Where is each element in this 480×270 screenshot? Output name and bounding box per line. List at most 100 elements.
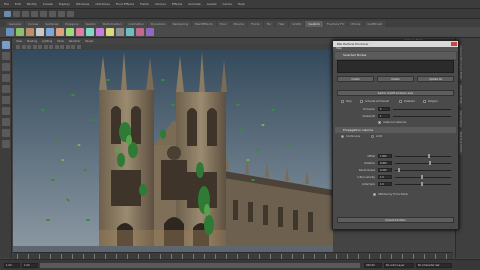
- start-time-field[interactable]: 1.00: [4, 263, 20, 268]
- shelf-tool-icon[interactable]: [26, 28, 34, 36]
- viewport-menu-show[interactable]: Show: [57, 40, 64, 43]
- initial-velocity-slider[interactable]: [395, 177, 451, 178]
- shelf-tool-icon[interactable]: [86, 28, 94, 36]
- outliner-layout-icon[interactable]: [1, 140, 10, 148]
- four-pane-layout-icon[interactable]: [1, 129, 10, 137]
- shelf-tool-icon[interactable]: [116, 28, 124, 36]
- current-time-field[interactable]: 1.00: [22, 263, 38, 268]
- initial-spin-field[interactable]: 1.0: [378, 182, 392, 186]
- snap-curve-button[interactable]: [40, 10, 47, 17]
- character-set-dropdown[interactable]: No Character Set: [416, 263, 452, 268]
- 3d-viewport[interactable]: [13, 50, 333, 252]
- xray-icon[interactable]: [60, 45, 64, 49]
- menu-display[interactable]: Display: [59, 2, 70, 6]
- end-time-field[interactable]: 200.00: [364, 263, 382, 268]
- initial-spin-slider[interactable]: [395, 184, 451, 185]
- shelf-tool-icon[interactable]: [16, 28, 24, 36]
- offset-slider-handle[interactable]: [428, 154, 430, 158]
- menu-fluid-effects[interactable]: Fluid Effects: [116, 2, 134, 6]
- shelf-tool-icon[interactable]: [56, 28, 64, 36]
- menu-nsolver[interactable]: nSolver: [155, 2, 166, 6]
- initial-velocity-field[interactable]: 1.0: [378, 175, 392, 179]
- render-button[interactable]: [58, 10, 65, 17]
- grid-icon[interactable]: [27, 45, 31, 49]
- select-tool-icon[interactable]: [1, 41, 10, 49]
- select-mode-button[interactable]: [4, 10, 11, 17]
- paint-select-icon[interactable]: [1, 63, 10, 71]
- menu-fields[interactable]: Fields: [140, 2, 149, 6]
- rotation-slider[interactable]: [395, 163, 451, 164]
- menu-edit[interactable]: Edit: [15, 2, 21, 6]
- snap-grid-button[interactable]: [31, 10, 38, 17]
- randomness-field[interactable]: 0.100: [378, 168, 392, 172]
- menu-help[interactable]: Help: [238, 2, 245, 6]
- rotate-tool-icon[interactable]: [1, 85, 10, 93]
- wireframe-icon[interactable]: [32, 45, 37, 49]
- viewport-menu-lighting[interactable]: Lighting: [42, 40, 52, 43]
- viewport-menu-renderer[interactable]: Renderer: [69, 40, 80, 43]
- randomness-slider-handle[interactable]: [398, 168, 400, 172]
- attribute-rows: Offset 1.000 Rotation 0.000 Randomness 0…: [333, 41, 458, 231]
- shelf-tabs: General Curves Surfaces Polygons Subdiv Defor…: [0, 19, 480, 27]
- menu-nparticles[interactable]: nParticles: [95, 2, 110, 6]
- lasso-tool-icon[interactable]: [1, 52, 10, 60]
- anim-layer-dropdown[interactable]: No Anim Layer: [384, 263, 414, 268]
- menu-animate[interactable]: Animate: [188, 2, 201, 6]
- menu-modify[interactable]: Modify: [27, 2, 37, 6]
- textured-icon[interactable]: [43, 45, 48, 49]
- maya-window: File Edit Modify Create Display Windows nParti…: [0, 0, 480, 270]
- smooth-shade-icon[interactable]: [38, 45, 42, 49]
- bookmark-icon[interactable]: [21, 45, 26, 49]
- viewport-menu-view[interactable]: View: [16, 40, 22, 43]
- ipr-render-button[interactable]: [67, 10, 74, 17]
- shelf-tool-icon[interactable]: [6, 28, 14, 36]
- menu-windows[interactable]: Windows: [76, 2, 89, 6]
- shelf-tool-icon[interactable]: [36, 28, 44, 36]
- rotation-field[interactable]: 0.000: [378, 161, 392, 165]
- shelf-tool-icon[interactable]: [106, 28, 114, 36]
- shelf-tool-icon[interactable]: [46, 28, 54, 36]
- rotation-label: Rotation: [364, 162, 375, 165]
- shelf-tool-icon[interactable]: [136, 28, 144, 36]
- resolution-gate-icon[interactable]: [71, 45, 75, 49]
- snap-point-button[interactable]: [49, 10, 56, 17]
- offset-slider[interactable]: [395, 156, 451, 157]
- offset-field[interactable]: 1.000: [378, 154, 392, 158]
- shelf-tool-icon[interactable]: [146, 28, 154, 36]
- rotation-slider-handle[interactable]: [429, 161, 431, 165]
- viewport-menu-panels[interactable]: Panels: [85, 40, 93, 43]
- isolate-icon[interactable]: [65, 45, 70, 49]
- component-mode-button[interactable]: [22, 10, 29, 17]
- shelf-tool-icon[interactable]: [96, 28, 104, 36]
- film-gate-icon[interactable]: [76, 45, 81, 49]
- shadows-icon[interactable]: [54, 45, 59, 49]
- move-tool-icon[interactable]: [1, 74, 10, 82]
- scale-tool-icon[interactable]: [1, 96, 10, 104]
- object-mode-button[interactable]: [13, 10, 20, 17]
- offset-label: Offset: [367, 155, 375, 158]
- menu-assets[interactable]: Assets: [207, 2, 217, 6]
- update-emitters-button[interactable]: Update Emitters: [337, 217, 454, 223]
- lights-icon[interactable]: [49, 45, 53, 49]
- camera-icon[interactable]: [16, 45, 20, 49]
- playback-range-slider[interactable]: [40, 263, 360, 268]
- particle-producer-dialog: Pak Particle Producer Help Selected Node…: [332, 40, 459, 230]
- shelf-tool-icon[interactable]: [126, 28, 134, 36]
- last-tool-icon[interactable]: [1, 107, 10, 115]
- shelf-tool-icon[interactable]: [76, 28, 84, 36]
- menu-create[interactable]: Create: [43, 2, 53, 6]
- randomness-slider[interactable]: [395, 170, 451, 171]
- shelf-tool-icon[interactable]: [66, 28, 74, 36]
- toolbox: [0, 38, 12, 258]
- affected-force-fields-checkbox[interactable]: [373, 193, 376, 196]
- initial-spin-slider-handle[interactable]: [421, 182, 423, 186]
- initial-velocity-slider-handle[interactable]: [421, 175, 423, 179]
- menu-effects[interactable]: Effects: [172, 2, 182, 6]
- viewport-menu-shading[interactable]: Shading: [27, 40, 37, 43]
- single-pane-layout-icon[interactable]: [1, 118, 10, 126]
- menu-file[interactable]: File: [4, 2, 9, 6]
- time-slider[interactable]: [13, 252, 453, 259]
- range-slider-bar: 1.00 1.00 200.00 No Anim Layer No Charac…: [0, 259, 480, 270]
- menu-cache[interactable]: Cache: [223, 2, 232, 6]
- initial-velocity-label: Initial velocity: [357, 176, 375, 179]
